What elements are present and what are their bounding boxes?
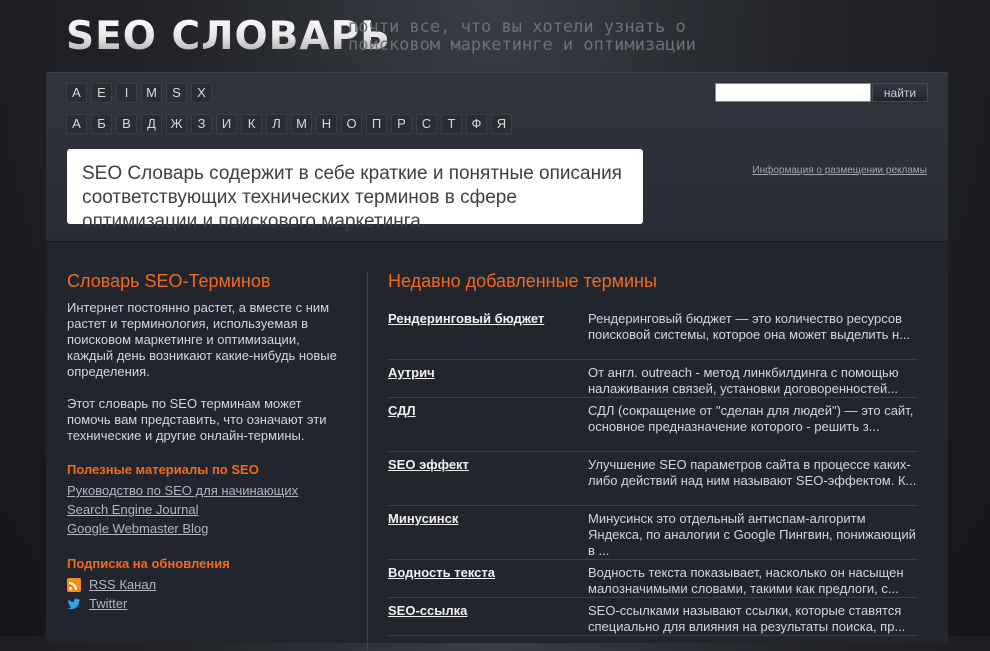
rss-subscribe-item[interactable]: RSS Канал (67, 575, 347, 594)
twitter-link[interactable]: Twitter (89, 594, 127, 613)
letter-link[interactable]: Н (316, 114, 337, 134)
glossary-heading: Словарь SEO-Терминов (67, 271, 271, 291)
letter-link[interactable]: В (116, 114, 137, 134)
letter-link[interactable]: Ф (466, 114, 487, 134)
letter-link[interactable]: И (216, 114, 237, 134)
advertising-info-link[interactable]: Информация о размещении рекламы (752, 165, 927, 176)
twitter-subscribe-item[interactable]: Twitter (67, 594, 347, 613)
column-divider (367, 271, 368, 651)
letter-link[interactable]: A (66, 83, 87, 103)
latin-alphabet-nav: A E I M S X (66, 83, 212, 103)
search-input[interactable] (715, 83, 871, 102)
rss-icon (67, 577, 81, 592)
term-row: SEO-ссылка SEO-ссылками называют ссылки,… (388, 598, 918, 636)
site-title[interactable]: SEO СЛОВАРЬ (66, 14, 391, 59)
term-link[interactable]: СДЛ (388, 403, 588, 446)
term-link[interactable]: Аутрич (388, 365, 588, 392)
rss-link[interactable]: RSS Канал (89, 575, 156, 594)
term-description: Улучшение SEO параметров сайта в процесс… (588, 457, 917, 488)
materials-link-beginners-guide[interactable]: Руководство по SEO для начинающих (67, 481, 347, 500)
term-link[interactable]: SEO эффект (388, 457, 588, 500)
term-description: СДЛ (сокращение от "сделан для людей") —… (588, 403, 914, 434)
term-row: Аутрич От англ. outreach - метод линкбил… (388, 360, 918, 398)
letter-link[interactable]: Т (441, 114, 462, 134)
letter-link[interactable]: E (91, 83, 112, 103)
letter-link[interactable]: Б (91, 114, 112, 134)
letter-link[interactable]: М (291, 114, 312, 134)
term-link[interactable]: Минусинск (388, 511, 588, 554)
letter-link[interactable]: Д (141, 114, 162, 134)
term-description: Минусинск это отдельный антиспам-алгорит… (588, 511, 916, 558)
term-description: Водность текста показывает, насколько он… (588, 565, 904, 596)
site-tagline: почти все, что вы хотели узнать о поиско… (348, 17, 696, 55)
letter-link[interactable]: Л (266, 114, 287, 134)
right-column: Недавно добавленные термины Рендеринговы… (388, 271, 918, 636)
letter-link[interactable]: З (191, 114, 212, 134)
letter-link[interactable]: Р (391, 114, 412, 134)
term-row: Водность текста Водность текста показыва… (388, 560, 918, 598)
search-button[interactable]: найти (872, 83, 928, 102)
term-row: Минусинск Минусинск это отдельный антисп… (388, 506, 918, 560)
letter-link[interactable]: А (66, 114, 87, 134)
letter-link[interactable]: I (116, 83, 137, 103)
materials-link-google-webmaster-blog[interactable]: Google Webmaster Blog (67, 519, 347, 538)
glossary-intro-paragraph: Интернет постоянно растет, а вместе с ни… (67, 300, 337, 379)
term-link[interactable]: Водность текста (388, 565, 588, 592)
term-link[interactable]: SEO-ссылка (388, 603, 588, 630)
letter-link[interactable]: О (341, 114, 362, 134)
intro-text: SEO Словарь содержит в себе краткие и по… (82, 163, 622, 232)
cyrillic-alphabet-nav: А Б В Д Ж З И К Л М Н О П Р С Т Ф Я (66, 114, 512, 134)
term-description: От англ. outreach - метод линкбилдинга с… (588, 365, 899, 396)
materials-heading: Полезные материалы по SEO (67, 462, 259, 477)
intro-box: SEO Словарь содержит в себе краткие и по… (67, 149, 643, 232)
header-panel: A E I M S X А Б В Д Ж З И К Л М Н О П Р … (46, 73, 948, 242)
letter-link[interactable]: S (166, 83, 187, 103)
left-column: Словарь SEO-Терминов Интернет постоянно … (67, 271, 347, 613)
recent-terms-heading: Недавно добавленные термины (388, 271, 657, 291)
term-description: SEO-ссылками называют ссылки, которые ст… (588, 603, 906, 634)
recent-terms-list: Рендеринговый бюджет Рендеринговый бюдже… (388, 306, 918, 636)
letter-link[interactable]: К (241, 114, 262, 134)
term-description: Рендеринговый бюджет — это количество ре… (588, 311, 911, 342)
subscribe-heading: Подписка на обновления (67, 556, 230, 571)
term-link[interactable]: Рендеринговый бюджет (388, 311, 588, 354)
letter-link[interactable]: Ж (166, 114, 187, 134)
twitter-icon (67, 598, 81, 609)
letter-link[interactable]: M (141, 83, 162, 103)
term-row: СДЛ СДЛ (сокращение от "сделан для людей… (388, 398, 918, 452)
materials-link-search-engine-journal[interactable]: Search Engine Journal (67, 500, 347, 519)
main-frame: A E I M S X А Б В Д Ж З И К Л М Н О П Р … (46, 72, 948, 651)
letter-link[interactable]: Я (491, 114, 512, 134)
term-row: SEO эффект Улучшение SEO параметров сайт… (388, 452, 918, 506)
letter-link[interactable]: С (416, 114, 437, 134)
letter-link[interactable]: X (191, 83, 212, 103)
term-row: Рендеринговый бюджет Рендеринговый бюдже… (388, 306, 918, 360)
letter-link[interactable]: П (366, 114, 387, 134)
glossary-description-paragraph: Этот словарь по SEO терминам может помоч… (67, 396, 327, 443)
